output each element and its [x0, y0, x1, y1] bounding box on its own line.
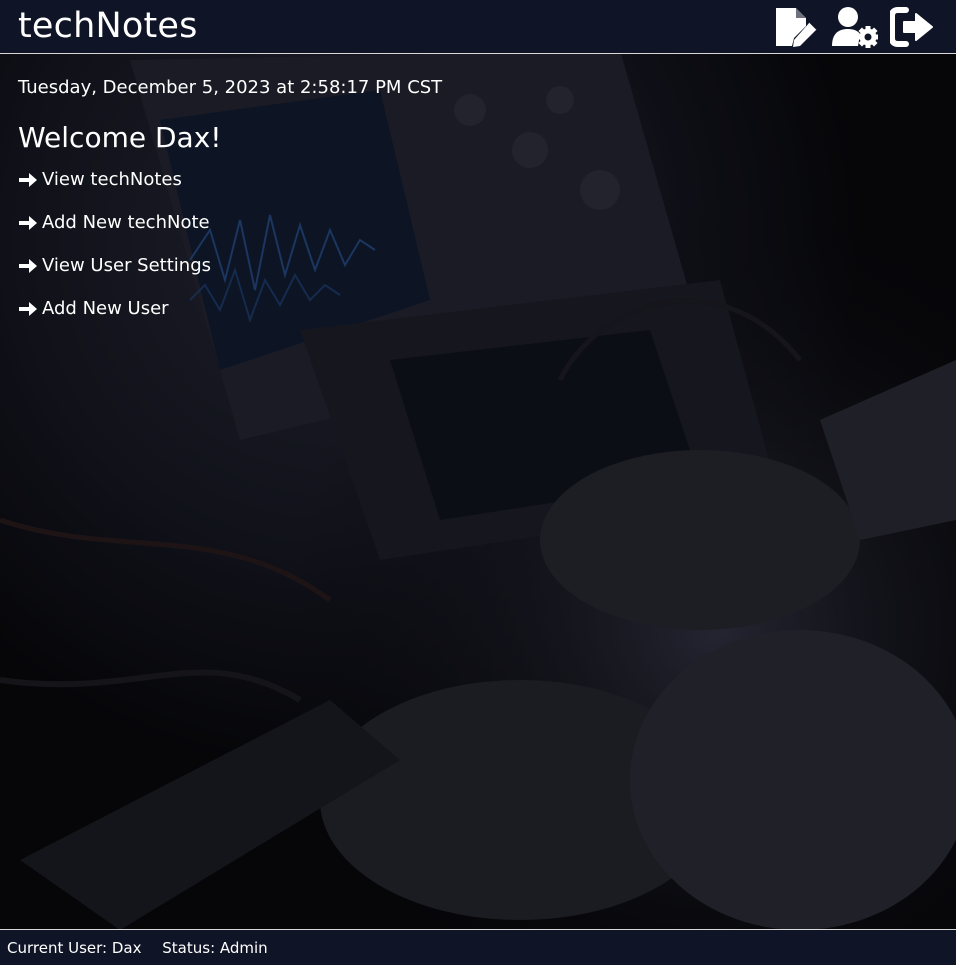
link-label: View techNotes — [42, 169, 182, 190]
status-label: Status: Admin — [162, 939, 268, 957]
arrow-right-icon — [18, 171, 38, 189]
view-technotes-link[interactable]: View techNotes — [18, 166, 182, 194]
list-item: View User Settings — [18, 252, 442, 295]
list-item: Add New techNote — [18, 209, 442, 252]
list-item: View techNotes — [18, 166, 442, 209]
link-label: Add New techNote — [42, 212, 210, 233]
header-icons — [774, 6, 936, 48]
add-new-technote-link[interactable]: Add New techNote — [18, 209, 210, 237]
list-item: Add New User — [18, 295, 442, 338]
welcome-heading: Welcome Dax! — [18, 121, 222, 154]
current-user-label: Current User: Dax — [7, 939, 142, 957]
top-bar: techNotes — [0, 0, 956, 54]
add-new-user-link[interactable]: Add New User — [18, 295, 169, 323]
status-bar: Current User: Dax Status: Admin — [0, 929, 956, 965]
app-title[interactable]: techNotes — [18, 4, 198, 48]
link-label: Add New User — [42, 298, 169, 319]
new-note-icon[interactable] — [774, 6, 820, 48]
logout-icon[interactable] — [890, 6, 936, 48]
link-label: View User Settings — [42, 255, 212, 276]
arrow-right-icon — [18, 300, 38, 318]
arrow-right-icon — [18, 257, 38, 275]
welcome-content: Tuesday, December 5, 2023 at 2:58:17 PM … — [18, 74, 442, 338]
view-user-settings-link[interactable]: View User Settings — [18, 252, 211, 280]
nav-links: View techNotes Add New techNote View Use… — [18, 166, 442, 338]
page: techNotes Tuesday, December 5, 2023 at 2… — [0, 0, 956, 965]
user-settings-icon[interactable] — [832, 6, 878, 48]
arrow-right-icon — [18, 214, 38, 232]
current-datetime: Tuesday, December 5, 2023 at 2:58:17 PM … — [18, 77, 443, 98]
